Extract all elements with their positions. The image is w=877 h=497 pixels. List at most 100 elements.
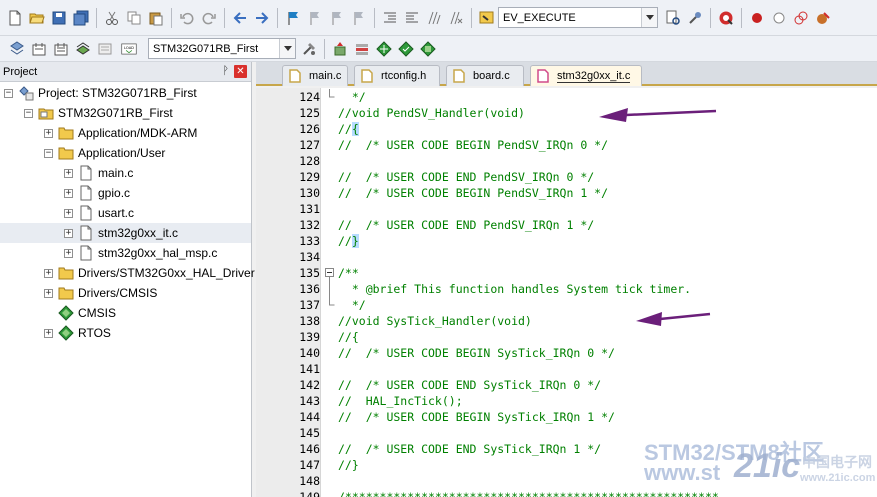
file-extensions-icon[interactable] xyxy=(331,40,349,58)
disable-breakpoint-icon[interactable] xyxy=(770,9,788,27)
code-line[interactable]: 128 xyxy=(256,153,877,169)
collapse-icon[interactable]: − xyxy=(4,88,13,98)
tree-item[interactable]: CMSIS xyxy=(0,303,251,323)
collapse-icon[interactable]: − xyxy=(44,148,53,158)
incremental-find-icon[interactable] xyxy=(686,9,704,27)
tree-item[interactable]: + RTOS xyxy=(0,323,251,343)
copy-icon[interactable] xyxy=(125,9,143,27)
unindent-icon[interactable] xyxy=(403,9,421,27)
expand-icon[interactable]: + xyxy=(64,208,73,218)
code-line[interactable]: 138 //void SysTick_Handler(void) xyxy=(256,313,877,329)
code-line[interactable]: 137 */ xyxy=(256,297,877,313)
code-line[interactable]: 133 //} xyxy=(256,233,877,249)
options-for-target-icon[interactable] xyxy=(300,40,318,58)
code-line[interactable]: 127 // /* USER CODE BEGIN PendSV_IRQn 0 *… xyxy=(256,137,877,153)
line-number: 125 xyxy=(299,106,320,120)
bookmark-icon[interactable] xyxy=(284,9,302,27)
tree-item[interactable]: + stm32g0xx_hal_msp.c xyxy=(0,243,251,263)
new-file-icon[interactable] xyxy=(6,9,24,27)
code-line[interactable]: 132 // /* USER CODE END PendSV_IRQn 1 */ xyxy=(256,217,877,233)
batch-build-icon[interactable] xyxy=(74,40,92,58)
pack-installer-icon[interactable] xyxy=(397,40,415,58)
stop-build-icon[interactable] xyxy=(96,40,114,58)
tab-stm32g0xx-it-c[interactable]: stm32g0xx_it.c xyxy=(530,65,642,86)
build-icon[interactable] xyxy=(30,40,48,58)
code-line[interactable]: 124 */ xyxy=(256,89,877,105)
line-number: 136 xyxy=(299,282,320,296)
tree-item[interactable]: − Application/User xyxy=(0,143,251,163)
find-icon[interactable] xyxy=(664,9,682,27)
tree-item[interactable]: + Drivers/CMSIS xyxy=(0,283,251,303)
tree-item[interactable]: + Drivers/STM32G0xx_HAL_Driver xyxy=(0,263,255,283)
clear-bookmarks-icon[interactable] xyxy=(350,9,368,27)
tab-board-c[interactable]: board.c xyxy=(446,65,524,86)
code-line[interactable]: 129 // /* USER CODE END PendSV_IRQn 0 */ xyxy=(256,169,877,185)
tree-item[interactable]: + gpio.c xyxy=(0,183,251,203)
breakpoint-icon[interactable] xyxy=(748,9,766,27)
run-time-environment-icon[interactable] xyxy=(419,40,437,58)
code-line[interactable]: 139 //{ xyxy=(256,329,877,345)
next-bookmark-icon[interactable] xyxy=(328,9,346,27)
select-packs-icon[interactable] xyxy=(375,40,393,58)
expand-icon[interactable]: + xyxy=(44,328,53,338)
code-line[interactable]: 140 // /* USER CODE BEGIN SysTick_IRQn 0 … xyxy=(256,345,877,361)
nav-forward-icon[interactable] xyxy=(253,9,271,27)
cut-icon[interactable] xyxy=(103,9,121,27)
code-line[interactable]: 130 // /* USER CODE BEGIN PendSV_IRQn 1 *… xyxy=(256,185,877,201)
tree-item[interactable]: + usart.c xyxy=(0,203,251,223)
chevron-down-icon[interactable] xyxy=(279,39,295,58)
code-line[interactable]: 131 xyxy=(256,201,877,217)
code-line[interactable]: 149 /************************************… xyxy=(256,489,877,497)
uncomment-icon[interactable] xyxy=(447,9,465,27)
manage-components-icon[interactable] xyxy=(353,40,371,58)
find-in-files-icon[interactable] xyxy=(478,9,496,27)
target-select[interactable]: STM32G071RB_First xyxy=(148,38,296,59)
comment-icon[interactable] xyxy=(425,9,443,27)
tab-main-c[interactable]: main.c xyxy=(282,65,348,86)
translate-icon[interactable] xyxy=(8,40,26,58)
pin-icon[interactable]: ᚹ xyxy=(222,65,229,77)
configure-icon[interactable] xyxy=(814,9,832,27)
paste-icon[interactable] xyxy=(147,9,165,27)
rebuild-icon[interactable] xyxy=(52,40,70,58)
expand-icon[interactable]: + xyxy=(64,168,73,178)
save-icon[interactable] xyxy=(50,9,68,27)
undo-icon[interactable] xyxy=(178,9,196,27)
redo-icon[interactable] xyxy=(200,9,218,27)
nav-back-icon[interactable] xyxy=(231,9,249,27)
open-folder-icon[interactable] xyxy=(28,9,46,27)
debug-session-icon[interactable] xyxy=(717,9,735,27)
expand-icon[interactable]: + xyxy=(64,248,73,258)
expand-icon[interactable]: + xyxy=(64,228,73,238)
chevron-down-icon[interactable] xyxy=(641,8,657,27)
prev-bookmark-icon[interactable] xyxy=(306,9,324,27)
expand-icon[interactable]: + xyxy=(44,288,53,298)
code-line[interactable]: 143 // HAL_IncTick(); xyxy=(256,393,877,409)
indent-icon[interactable] xyxy=(381,9,399,27)
code-line[interactable]: 142 // /* USER CODE END SysTick_IRQn 0 */ xyxy=(256,377,877,393)
collapse-icon[interactable]: − xyxy=(24,108,33,118)
code-line[interactable]: 125 //void PendSV_Handler(void) xyxy=(256,105,877,121)
close-icon[interactable]: ✕ xyxy=(234,65,247,78)
code-line[interactable]: 141 xyxy=(256,361,877,377)
expand-icon[interactable]: + xyxy=(44,268,53,278)
target-combo[interactable]: EV_EXECUTE xyxy=(498,7,658,28)
tree-item[interactable]: − Project: STM32G071RB_First xyxy=(0,83,251,103)
code-line[interactable]: 136 * @brief This function handles Syste… xyxy=(256,281,877,297)
code-line[interactable]: 134 xyxy=(256,249,877,265)
tree-item[interactable]: + stm32g0xx_it.c xyxy=(0,223,251,243)
code-line[interactable]: 144 // /* USER CODE BEGIN SysTick_IRQn 1 … xyxy=(256,409,877,425)
expand-icon[interactable]: + xyxy=(44,128,53,138)
tree-item[interactable]: + Application/MDK-ARM xyxy=(0,123,251,143)
fold-collapse-icon[interactable] xyxy=(324,265,336,282)
download-icon[interactable]: LOAD xyxy=(118,40,140,58)
kill-breakpoints-icon[interactable] xyxy=(792,9,810,27)
tree-item[interactable]: − STM32G071RB_First xyxy=(0,103,251,123)
save-all-icon[interactable] xyxy=(72,9,90,27)
expand-icon[interactable]: + xyxy=(64,188,73,198)
tab-rtconfig-h[interactable]: rtconfig.h xyxy=(354,65,440,86)
code-line[interactable]: 126 //{ xyxy=(256,121,877,137)
code-editor[interactable]: 124 */125//void PendSV_Handler(void) 126/… xyxy=(256,88,877,497)
code-line[interactable]: 135 /** xyxy=(256,265,877,282)
tree-item[interactable]: + main.c xyxy=(0,163,251,183)
